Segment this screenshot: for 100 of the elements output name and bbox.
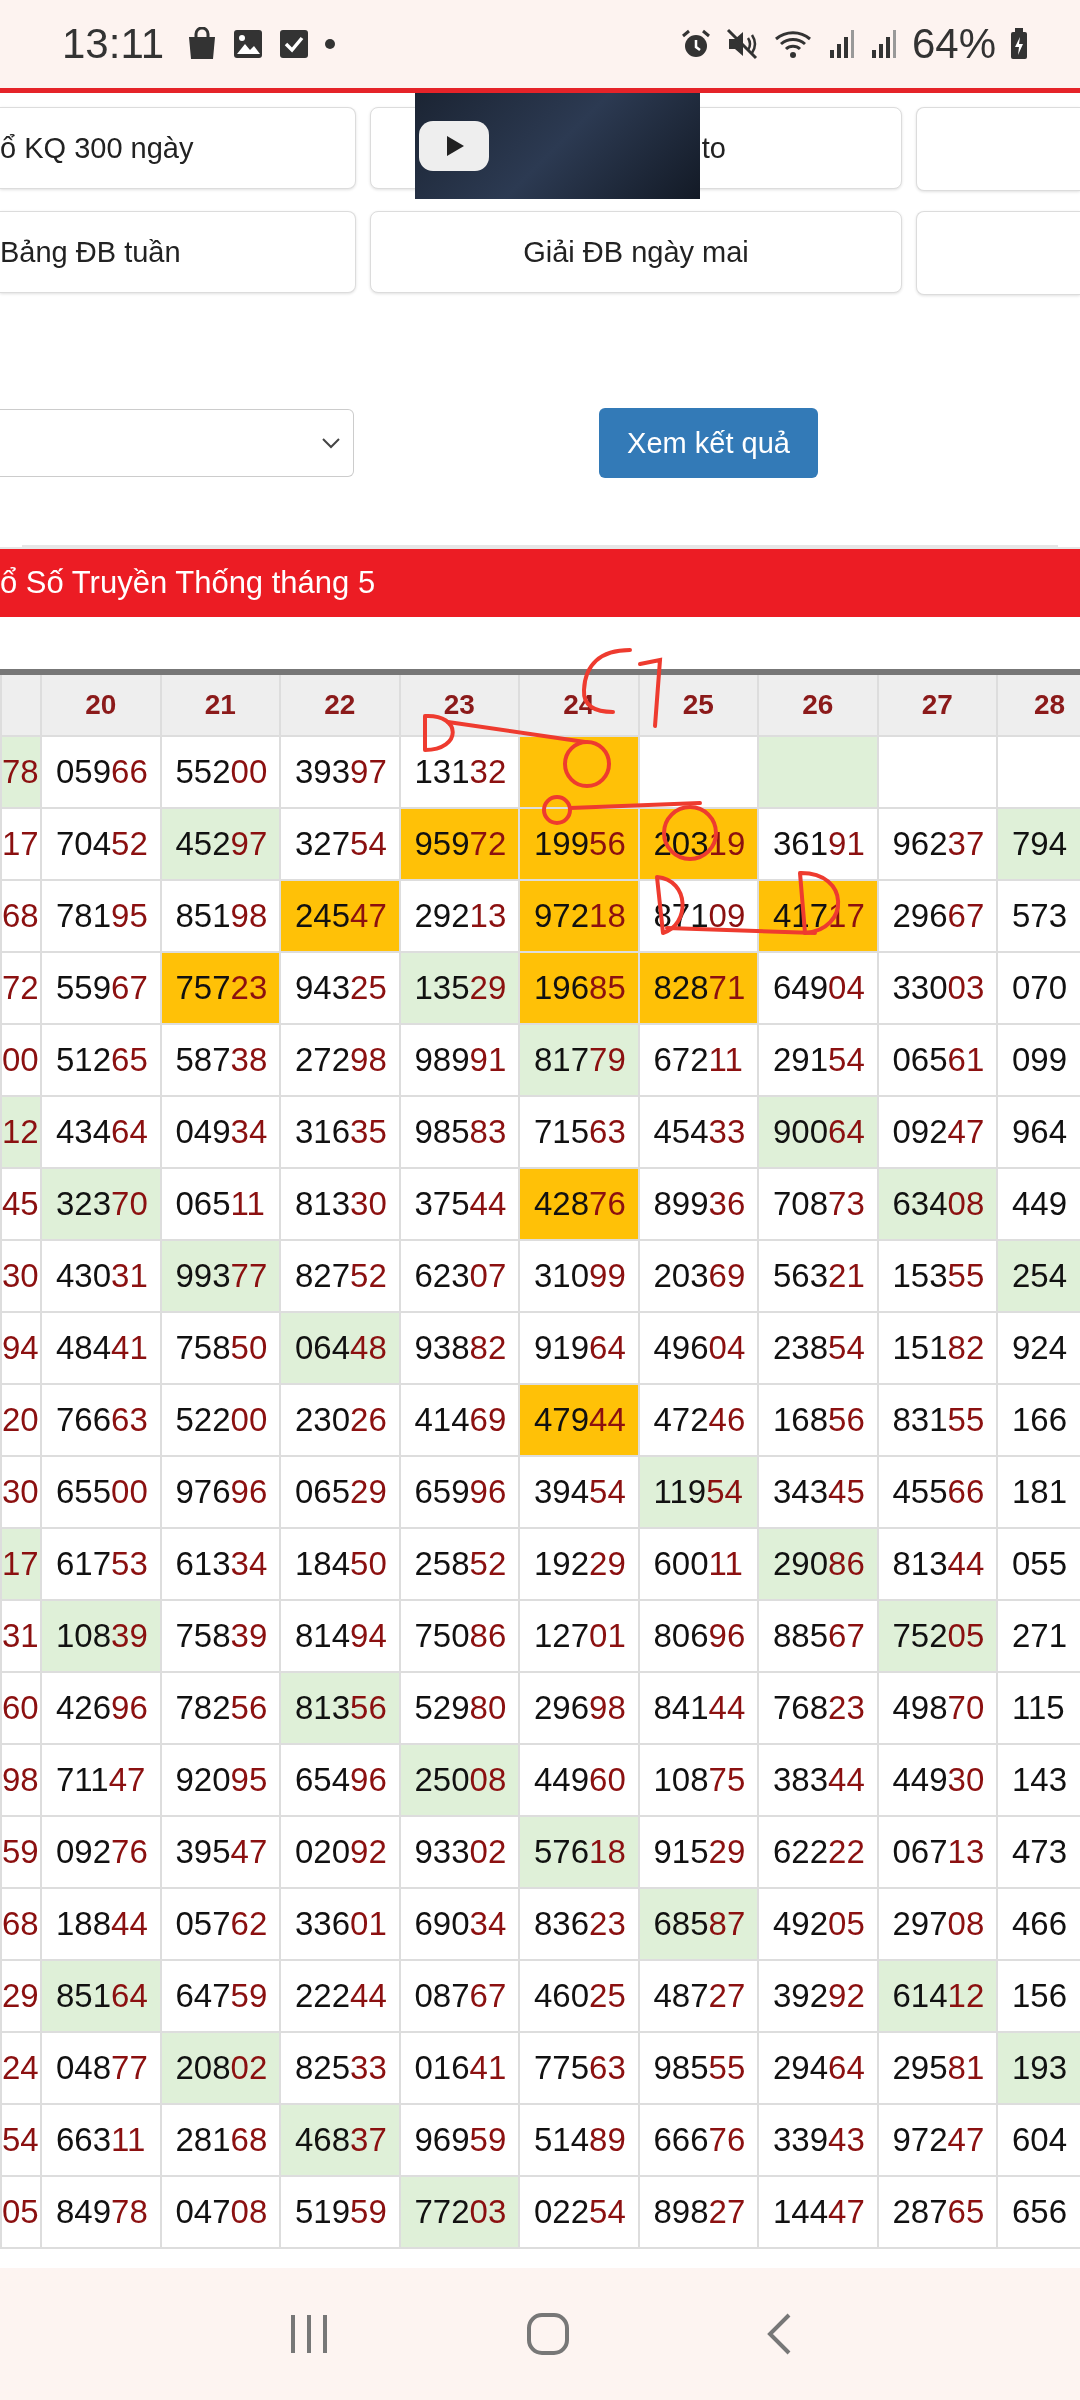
table-cell: 81330 xyxy=(280,1168,400,1240)
dot-icon xyxy=(324,38,336,50)
home-icon[interactable] xyxy=(526,2312,570,2356)
table-cell: 42876 xyxy=(519,1168,639,1240)
alarm-icon xyxy=(679,28,712,60)
table-cell: 92095 xyxy=(160,1744,280,1816)
column-header: 28 xyxy=(997,672,1080,736)
table-cell: 54 xyxy=(1,2104,41,2176)
table-cell: 27298 xyxy=(280,1024,400,1096)
ink-circle xyxy=(542,795,572,825)
table-cell: 62222 xyxy=(758,1816,878,1888)
table-cell: 52200 xyxy=(160,1384,280,1456)
table-cell: 30 xyxy=(1,1456,41,1528)
signal-icon xyxy=(827,28,856,60)
chevron-down-icon xyxy=(321,437,341,449)
table-cell: 29667 xyxy=(877,880,997,952)
shortcut-button[interactable]: ổ KQ 300 ngày xyxy=(0,107,356,189)
table-cell: 04934 xyxy=(160,1096,280,1168)
table-cell: 04877 xyxy=(41,2032,161,2104)
table-cell: 51959 xyxy=(280,2176,400,2248)
table-cell: 28765 xyxy=(877,2176,997,2248)
table-cell: 22244 xyxy=(280,1960,400,2032)
table-cell: 85164 xyxy=(41,1960,161,2032)
table-cell: 29464 xyxy=(758,2032,878,2104)
play-icon xyxy=(419,121,489,171)
table-cell: 12 xyxy=(1,1096,41,1168)
floating-video-dialog[interactable] xyxy=(415,93,700,199)
table-cell: 66676 xyxy=(638,2104,758,2176)
table-cell: 05966 xyxy=(41,736,161,808)
table-cell: 24547 xyxy=(280,880,400,952)
table-cell: 71147 xyxy=(41,1744,161,1816)
table-cell: 00 xyxy=(1,1024,41,1096)
table-cell: 75723 xyxy=(160,952,280,1024)
table-cell: 63408 xyxy=(877,1168,997,1240)
table-cell: 794 xyxy=(997,808,1080,880)
table-cell: 38344 xyxy=(758,1744,878,1816)
checkbox-icon xyxy=(278,28,310,60)
table-cell: 66311 xyxy=(41,2104,161,2176)
table-cell: 24 xyxy=(1,2032,41,2104)
shortcut-button[interactable]: Bảng ĐB tuần xyxy=(0,211,356,293)
table-cell: 88567 xyxy=(758,1600,878,1672)
table-cell: 94 xyxy=(1,1312,41,1384)
column-header: 21 xyxy=(160,672,280,736)
table-cell: 12701 xyxy=(519,1600,639,1672)
table-cell: 83155 xyxy=(877,1384,997,1456)
table-cell: 98555 xyxy=(638,2032,758,2104)
shortcut-button[interactable]: Giải ĐB ngày mai xyxy=(370,211,902,293)
table-cell: 17 xyxy=(1,1528,41,1600)
table-cell: 62307 xyxy=(399,1240,519,1312)
table-cell: 02254 xyxy=(519,2176,639,2248)
column-header: 26 xyxy=(758,672,878,736)
table-cell: 81779 xyxy=(519,1024,639,1096)
signal-icon xyxy=(869,28,898,60)
table-cell: 01641 xyxy=(399,2032,519,2104)
table-cell: 08767 xyxy=(399,1960,519,2032)
table-cell: 58738 xyxy=(160,1024,280,1096)
table-cell: 49205 xyxy=(758,1888,878,1960)
view-results-button[interactable]: Xem kết quả xyxy=(599,408,818,478)
table-cell: 16856 xyxy=(758,1384,878,1456)
table-cell: 05762 xyxy=(160,1888,280,1960)
table-cell: 70452 xyxy=(41,808,161,880)
table-cell: 90064 xyxy=(758,1096,878,1168)
table-cell: 65996 xyxy=(399,1456,519,1528)
table-cell: 49604 xyxy=(638,1312,758,1384)
table-cell: 68587 xyxy=(638,1888,758,1960)
table-cell: 97696 xyxy=(160,1456,280,1528)
table-cell: 23854 xyxy=(758,1312,878,1384)
table-cell: 77563 xyxy=(519,2032,639,2104)
table-cell: 80696 xyxy=(638,1600,758,1672)
table-cell: 19685 xyxy=(519,952,639,1024)
table-cell: 77203 xyxy=(399,2176,519,2248)
table-cell: 20802 xyxy=(160,2032,280,2104)
table-cell: 75205 xyxy=(877,1600,997,1672)
table-cell: 49870 xyxy=(877,1672,997,1744)
table-cell: 13529 xyxy=(399,952,519,1024)
table-cell: 97247 xyxy=(877,2104,997,2176)
table-cell: 06561 xyxy=(877,1024,997,1096)
table-cell: 59 xyxy=(1,1816,41,1888)
table-cell: 89936 xyxy=(638,1168,758,1240)
table-cell: 44930 xyxy=(877,1744,997,1816)
handwritten-letter xyxy=(423,714,455,752)
table-cell: 15182 xyxy=(877,1312,997,1384)
table-cell: 68 xyxy=(1,880,41,952)
table-cell: 18450 xyxy=(280,1528,400,1600)
column-header: 22 xyxy=(280,672,400,736)
table-cell: 76663 xyxy=(41,1384,161,1456)
table-cell: 93882 xyxy=(399,1312,519,1384)
table-cell: 20369 xyxy=(638,1240,758,1312)
table-cell: 47944 xyxy=(519,1384,639,1456)
table-cell: 51489 xyxy=(519,2104,639,2176)
table-cell: 48441 xyxy=(41,1312,161,1384)
table-cell: 19956 xyxy=(519,808,639,880)
table-cell: 68 xyxy=(1,1888,41,1960)
table-cell: 98 xyxy=(1,1744,41,1816)
table-cell: 42696 xyxy=(41,1672,161,1744)
table-cell: 10839 xyxy=(41,1600,161,1672)
table-cell: 46837 xyxy=(280,2104,400,2176)
column-header xyxy=(1,672,41,736)
table-cell: 70873 xyxy=(758,1168,878,1240)
image-icon xyxy=(232,28,264,60)
